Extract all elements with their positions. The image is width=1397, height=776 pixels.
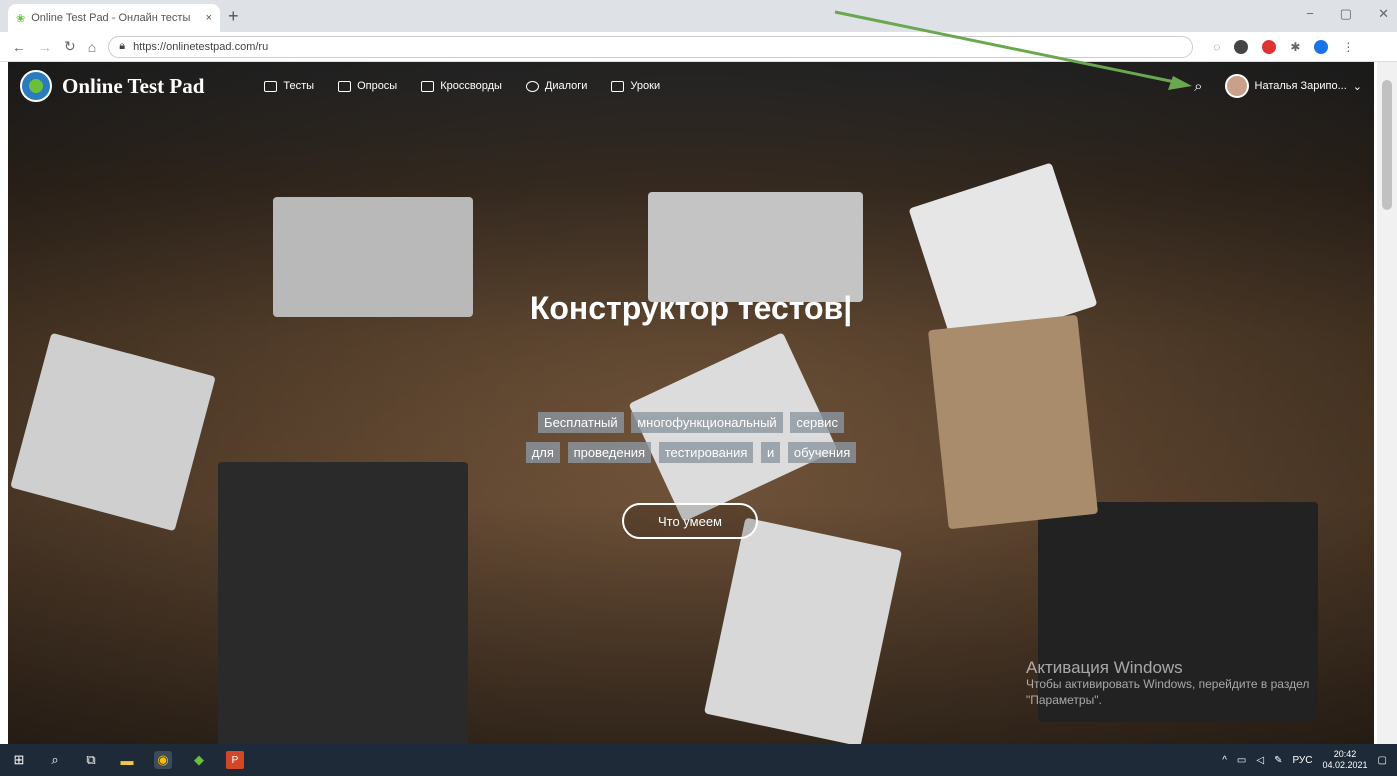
subtitle-word: сервис bbox=[790, 412, 844, 433]
subtitle-word: многофункциональный bbox=[631, 412, 783, 433]
tab-close-icon[interactable]: × bbox=[206, 12, 212, 24]
minimize-button[interactable]: − bbox=[1306, 6, 1314, 22]
subtitle-word: проведения bbox=[567, 442, 652, 463]
puzzle-icon[interactable]: ✱ bbox=[1290, 40, 1300, 54]
clock-date: 04.02.2021 bbox=[1322, 760, 1368, 770]
home-icon[interactable]: ⌂ bbox=[88, 39, 96, 55]
hero-subtitle-line2: для проведения тестирования и обучения bbox=[8, 442, 1374, 463]
subtitle-word: для bbox=[525, 442, 560, 463]
user-name: Наталья Зарипо... bbox=[1254, 80, 1347, 92]
clock-time: 20:42 bbox=[1333, 749, 1357, 759]
main-menu: Тесты Опросы Кроссворды Диалоги Уроки bbox=[264, 80, 660, 92]
circle-extension-icon[interactable]: ◌ bbox=[1213, 40, 1220, 54]
clock[interactable]: 20:42 04.02.2021 bbox=[1323, 749, 1368, 771]
hero-subtitle-line1: Бесплатный многофункциональный сервис bbox=[8, 412, 1374, 433]
user-menu[interactable]: Наталья Зарипо... ⌄ bbox=[1224, 74, 1362, 98]
logo-mark-icon bbox=[20, 70, 52, 102]
browser-tab[interactable]: ❀ Online Test Pad - Онлайн тесты × bbox=[8, 4, 220, 32]
tablet-image bbox=[703, 517, 903, 744]
site-navbar: Online Test Pad Тесты Опросы Кроссворды … bbox=[8, 62, 1374, 110]
chrome-icon[interactable]: ◉ bbox=[154, 751, 172, 769]
nav-item-crosswords[interactable]: Кроссворды bbox=[421, 80, 502, 92]
what-we-can-button[interactable]: Что умеем bbox=[622, 503, 758, 539]
nav-item-lessons[interactable]: Уроки bbox=[611, 80, 660, 92]
survey-icon bbox=[338, 80, 352, 92]
close-window-button[interactable]: ✕ bbox=[1378, 6, 1389, 22]
search-icon[interactable]: ⌕ bbox=[1194, 78, 1202, 95]
url-text: https://onlinetestpad.com/ru bbox=[133, 40, 269, 53]
laptop-image bbox=[648, 192, 863, 302]
scrollbar-thumb[interactable] bbox=[1382, 80, 1392, 210]
reload-icon[interactable]: ↻ bbox=[64, 38, 76, 55]
system-tray: ^ ▭ ◁ ✎ РУС 20:42 04.02.2021 ▢ bbox=[1222, 749, 1387, 771]
maximize-button[interactable]: ▢ bbox=[1340, 6, 1352, 22]
app-icon[interactable]: ◆ bbox=[190, 751, 208, 769]
nav-item-surveys[interactable]: Опросы bbox=[338, 80, 397, 92]
logo-text: Online Test Pad bbox=[62, 73, 205, 98]
chevron-up-icon[interactable]: ^ bbox=[1222, 755, 1227, 766]
windows-taskbar: ⊞ ⌕ ⧉ ▬ ◉ ◆ P ^ ▭ ◁ ✎ РУС 20:42 04.02.20… bbox=[0, 744, 1397, 776]
browser-tab-bar: ❀ Online Test Pad - Онлайн тесты × + − ▢… bbox=[0, 0, 1397, 32]
new-tab-button[interactable]: + bbox=[228, 6, 239, 27]
nav-right: ⌕ Наталья Зарипо... ⌄ bbox=[1194, 74, 1362, 98]
watermark-line: Чтобы активировать Windows, перейдите в … bbox=[1026, 677, 1310, 691]
watermark-line: "Параметры". bbox=[1026, 693, 1102, 707]
extension-icon[interactable] bbox=[1234, 39, 1249, 54]
dialog-icon bbox=[525, 80, 539, 92]
subtitle-word: обучения bbox=[787, 442, 857, 463]
nav-item-dialogs[interactable]: Диалоги bbox=[525, 80, 587, 92]
windows-start-icon[interactable]: ⊞ bbox=[10, 751, 28, 769]
menu-dots-icon[interactable]: ⋮ bbox=[1342, 40, 1354, 54]
subtitle-word: тестирования bbox=[658, 442, 754, 463]
address-bar[interactable]: 🔒︎ https://onlinetestpad.com/ru bbox=[108, 35, 1194, 58]
profile-icon[interactable] bbox=[1314, 39, 1329, 54]
subtitle-word: Бесплатный bbox=[538, 412, 624, 433]
chevron-down-icon: ⌄ bbox=[1352, 80, 1362, 93]
forward-arrow-icon[interactable]: → bbox=[38, 39, 52, 55]
windows-activation-watermark: Активация Windows Чтобы активировать Win… bbox=[1026, 658, 1310, 708]
tab-title: Online Test Pad - Онлайн тесты bbox=[31, 12, 191, 24]
laptop-image bbox=[218, 462, 468, 744]
watermark-title: Активация Windows bbox=[1026, 658, 1183, 677]
lesson-icon bbox=[611, 80, 625, 92]
file-explorer-icon[interactable]: ▬ bbox=[118, 751, 136, 769]
task-view-icon[interactable]: ⧉ bbox=[82, 751, 100, 769]
lock-icon: 🔒︎ bbox=[119, 40, 126, 52]
site-logo[interactable]: Online Test Pad bbox=[20, 70, 204, 102]
pen-icon[interactable]: ✎ bbox=[1274, 755, 1282, 766]
avatar bbox=[1224, 74, 1249, 98]
crossword-icon bbox=[421, 80, 435, 92]
adblock-icon[interactable] bbox=[1262, 39, 1277, 54]
network-icon[interactable]: ▭ bbox=[1237, 755, 1246, 766]
notification-icon[interactable]: ▢ bbox=[1378, 755, 1387, 766]
page-scrollbar[interactable] bbox=[1377, 62, 1397, 744]
window-controls: − ▢ ✕ bbox=[1306, 6, 1389, 22]
hero-headline: Конструктор тестов| bbox=[529, 290, 853, 326]
site-favicon-icon: ❀ bbox=[16, 12, 26, 25]
language-indicator[interactable]: РУС bbox=[1292, 755, 1312, 766]
test-icon bbox=[264, 80, 278, 92]
nav-item-tests[interactable]: Тесты bbox=[264, 80, 314, 92]
back-arrow-icon[interactable]: ← bbox=[12, 39, 26, 55]
search-icon[interactable]: ⌕ bbox=[46, 751, 64, 769]
volume-icon[interactable]: ◁ bbox=[1256, 755, 1264, 766]
browser-toolbar: ← → ↻ ⌂ 🔒︎ https://onlinetestpad.com/ru … bbox=[0, 32, 1397, 62]
extensions-area: ◌ ✱ ⋮ bbox=[1213, 39, 1354, 54]
subtitle-word: и bbox=[761, 442, 781, 463]
powerpoint-icon[interactable]: P bbox=[226, 751, 244, 769]
hero-section: Online Test Pad Тесты Опросы Кроссворды … bbox=[8, 62, 1374, 744]
